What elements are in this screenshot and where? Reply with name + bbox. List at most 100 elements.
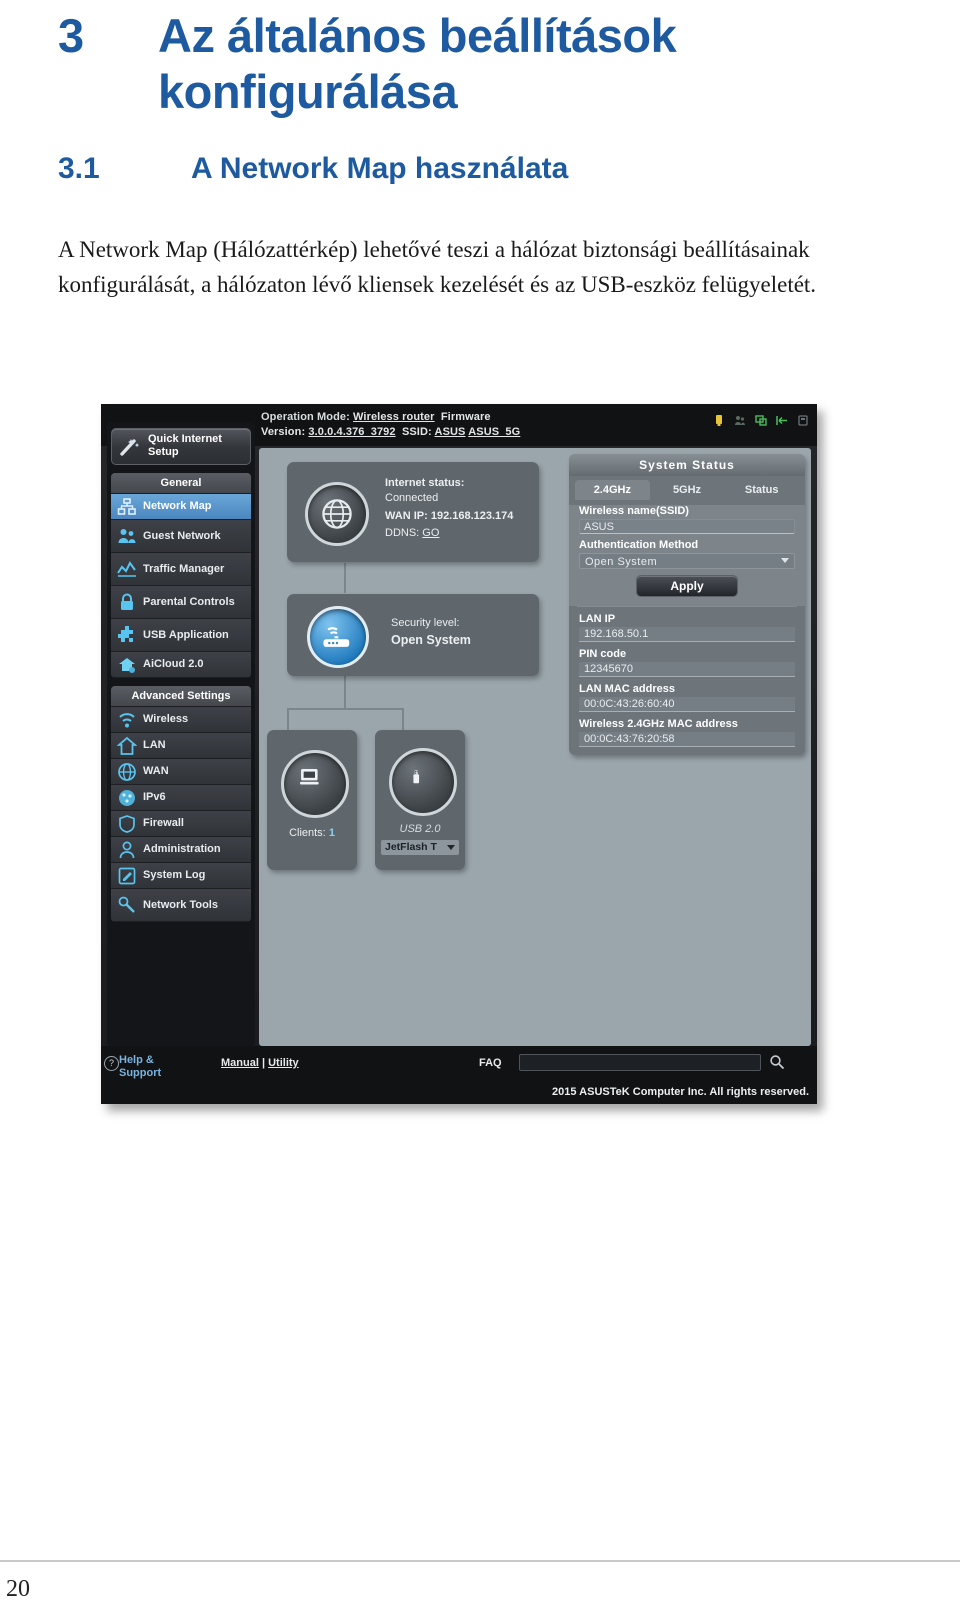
ddns-go-link[interactable]: GO (422, 527, 439, 539)
usb-status-icon[interactable] (713, 414, 725, 427)
connection-icon[interactable] (776, 414, 788, 427)
usb-device-select[interactable]: JetFlash T (381, 840, 459, 855)
router-footer: ? Help & Support Manual | Utility FAQ 20… (101, 1046, 817, 1104)
sidebar-item-guest-network[interactable]: Guest Network (111, 520, 251, 553)
qis-label-line2: Setup (148, 446, 179, 458)
ssid-value-24[interactable]: ASUS (435, 426, 466, 438)
help-question-icon[interactable]: ? (104, 1056, 119, 1071)
sidebar-group-general: Network Map Guest Network Traffic Manage… (111, 494, 251, 678)
internet-status-card[interactable]: Internet status: Connected WAN IP: 192.1… (287, 462, 539, 562)
firmware-label: Firmware (440, 411, 491, 423)
wifi-icon (119, 712, 135, 727)
wan-ip: WAN IP: 192.168.123.174 (385, 510, 514, 522)
log-pencil-icon (118, 867, 136, 884)
page-number: 20 (6, 1576, 30, 1602)
usb-version-label: USB 2.0 (399, 823, 441, 835)
help-line1: Help & (119, 1054, 154, 1066)
connector-to-clients (287, 708, 289, 730)
operation-mode-info: Operation Mode: Wireless router Firmware… (261, 410, 520, 439)
pin-code-label: PIN code (579, 648, 627, 660)
router-signal-icon (323, 627, 350, 647)
sidebar-item-system-log[interactable]: System Log (111, 863, 251, 889)
connector-security-down (344, 676, 346, 708)
globe-icon (118, 762, 136, 781)
sidebar-item-parental-controls[interactable]: Parental Controls (111, 586, 251, 619)
lan-ip-label: LAN IP (579, 613, 616, 625)
connector-internet-security (344, 563, 346, 593)
system-status-panel: System Status 2.4GHz 5GHz Status Wireles… (569, 454, 805, 755)
sidebar-label: Traffic Manager (143, 562, 225, 575)
clients-monitor-disc (281, 750, 349, 818)
auth-method-select[interactable]: Open System (579, 553, 795, 569)
shield-icon (119, 814, 135, 833)
ssid-value-5g[interactable]: ASUS_5G (468, 426, 520, 438)
help-line2: Support (119, 1067, 162, 1079)
qis-label-line1: Quick Internet (148, 433, 222, 445)
faq-search-input[interactable] (519, 1054, 761, 1071)
sidebar-label: AiCloud 2.0 (143, 658, 204, 670)
sidebar-item-administration[interactable]: Administration (111, 837, 251, 863)
lan-mac-value: 00:0C:43:26:60:40 (579, 697, 795, 712)
sidebar-label: Guest Network (143, 529, 221, 542)
search-icon[interactable] (769, 1054, 785, 1070)
usb-app-icon (118, 626, 133, 642)
sidebar-label: System Log (143, 869, 206, 881)
chevron-down-icon (781, 558, 789, 563)
clients-label: Clients: (289, 827, 326, 839)
guest-network-icon[interactable] (734, 414, 746, 427)
sidebar-label: IPv6 (143, 791, 166, 803)
sidebar-group-general-title: General (111, 473, 251, 494)
chapter-title-line2: konfigurálása (158, 65, 458, 118)
tab-5ghz[interactable]: 5GHz (650, 480, 725, 500)
cloud-icon (119, 657, 135, 673)
status-divider (577, 606, 797, 607)
chevron-down-icon (447, 845, 455, 850)
link-separator: | (261, 1057, 266, 1069)
utility-link[interactable]: Utility (268, 1057, 299, 1069)
help-support-link[interactable]: Help & Support (119, 1054, 161, 1080)
clients-icon[interactable] (755, 414, 767, 427)
usb-device-name: JetFlash T (385, 841, 437, 853)
security-level-label: Security level: (391, 617, 460, 629)
sidebar-label: Administration (143, 843, 221, 855)
usb-card[interactable]: USB 2.0 JetFlash T (375, 730, 465, 870)
monitor-icon (300, 769, 319, 785)
sidebar-item-firewall[interactable]: Firewall (111, 811, 251, 837)
tab-24ghz[interactable]: 2.4GHz (575, 480, 650, 500)
sidebar-label: LAN (143, 739, 166, 751)
sidebar-item-network-tools[interactable]: Network Tools (111, 889, 251, 922)
manual-link[interactable]: Manual (221, 1057, 259, 1069)
sidebar-label: WAN (143, 765, 169, 777)
sidebar-item-ipv6[interactable]: IPv6 (111, 785, 251, 811)
network-map-icon (117, 497, 136, 515)
chapter-title-line1: Az általános beállítások (158, 9, 677, 62)
faq-label[interactable]: FAQ (479, 1057, 502, 1069)
security-level-card[interactable]: Security level: Open System (287, 594, 539, 676)
chapter-number: 3 (58, 9, 84, 62)
sidebar-item-wan[interactable]: WAN (111, 759, 251, 785)
sidebar-group-advanced-title: Advanced Settings (111, 686, 251, 707)
operation-mode-value[interactable]: Wireless router (353, 411, 435, 423)
usb-drive-disc (389, 748, 457, 816)
sidebar-item-lan[interactable]: LAN (111, 733, 251, 759)
clients-card[interactable]: Clients: 1 (267, 730, 357, 870)
wireless-name-input[interactable]: ASUS (579, 519, 795, 534)
sidebar-label: Wireless (143, 713, 189, 725)
pin-code-value: 12345670 (579, 662, 795, 677)
ssid-label: SSID: (401, 425, 432, 438)
auth-method-value: Open System (585, 556, 658, 568)
wireless-mac-label: Wireless 2.4GHz MAC address (579, 718, 738, 730)
reboot-icon[interactable] (797, 414, 809, 427)
apply-button[interactable]: Apply (636, 575, 738, 597)
sidebar-item-usb-application[interactable]: USB Application (111, 619, 251, 652)
sidebar-item-network-map[interactable]: Network Map (111, 494, 251, 520)
lan-mac-label: LAN MAC address (579, 683, 675, 695)
router-sidebar: Quick Internet Setup General Network Map… (107, 422, 255, 1046)
sidebar-item-traffic-manager[interactable]: Traffic Manager (111, 553, 251, 586)
quick-internet-setup-button[interactable]: Quick Internet Setup (111, 428, 251, 465)
security-router-disc (307, 606, 369, 668)
sidebar-item-wireless[interactable]: Wireless (111, 707, 251, 733)
sidebar-item-aicloud[interactable]: AiCloud 2.0 (111, 652, 251, 678)
version-value[interactable]: 3.0.0.4.376_3792 (308, 426, 395, 438)
tab-status[interactable]: Status (724, 480, 799, 500)
